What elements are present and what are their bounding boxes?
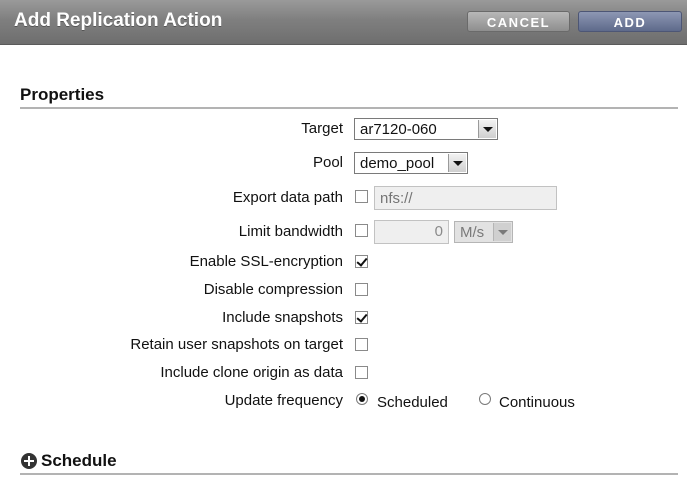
- pool-label: Pool: [312, 154, 343, 171]
- chevron-down-icon[interactable]: [493, 223, 511, 241]
- bandwidth-unit-value: M/s: [460, 224, 485, 241]
- schedule-divider: [20, 473, 678, 475]
- chevron-down-icon[interactable]: [448, 154, 466, 172]
- export-data-path-checkbox[interactable]: [355, 190, 368, 203]
- target-label: Target: [301, 120, 343, 137]
- target-value: ar7120-060: [360, 121, 437, 138]
- include-clone-origin-label: Include clone origin as data: [160, 364, 343, 381]
- bandwidth-value-input[interactable]: 0: [374, 220, 449, 244]
- dialog-header: Add Replication Action CANCEL ADD: [0, 0, 687, 45]
- pool-value: demo_pool: [360, 155, 435, 172]
- add-button[interactable]: ADD: [578, 11, 682, 32]
- disable-compression-label: Disable compression: [203, 281, 343, 298]
- export-data-path-input[interactable]: [374, 186, 557, 210]
- target-select[interactable]: ar7120-060: [354, 118, 498, 140]
- cancel-button[interactable]: CANCEL: [467, 11, 570, 32]
- pool-select[interactable]: demo_pool: [354, 152, 468, 174]
- include-clone-origin-checkbox[interactable]: [355, 366, 368, 379]
- expand-plus-icon[interactable]: [21, 453, 37, 469]
- update-frequency-label: Update frequency: [224, 392, 343, 409]
- bandwidth-unit-select[interactable]: M/s: [454, 221, 513, 243]
- properties-divider: [20, 107, 678, 109]
- disable-compression-checkbox[interactable]: [355, 283, 368, 296]
- limit-bandwidth-checkbox[interactable]: [355, 224, 368, 237]
- enable-ssl-label: Enable SSL-encryption: [189, 253, 343, 270]
- enable-ssl-checkbox[interactable]: [355, 255, 368, 268]
- continuous-radio[interactable]: [479, 393, 491, 405]
- include-snapshots-label: Include snapshots: [222, 309, 343, 326]
- include-snapshots-checkbox[interactable]: [355, 311, 368, 324]
- properties-heading: Properties: [20, 85, 105, 104]
- chevron-down-icon[interactable]: [478, 120, 496, 138]
- scheduled-radio[interactable]: [356, 393, 368, 405]
- continuous-radio-label[interactable]: Continuous: [499, 394, 575, 411]
- limit-bandwidth-label: Limit bandwidth: [238, 223, 343, 240]
- retain-user-snapshots-label: Retain user snapshots on target: [130, 336, 343, 353]
- scheduled-radio-label[interactable]: Scheduled: [377, 394, 448, 411]
- retain-user-snapshots-checkbox[interactable]: [355, 338, 368, 351]
- dialog-title: Add Replication Action: [14, 10, 223, 31]
- schedule-heading[interactable]: Schedule: [41, 451, 117, 471]
- export-data-path-label: Export data path: [232, 189, 343, 206]
